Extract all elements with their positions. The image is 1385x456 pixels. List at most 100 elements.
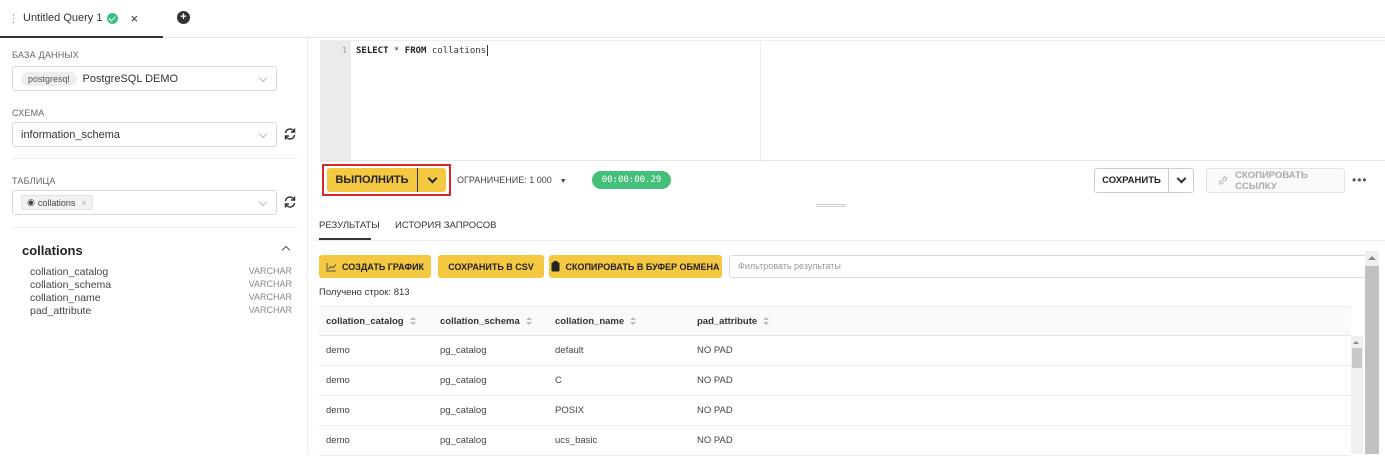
refresh-table-icon[interactable] [283,195,297,209]
table-row[interactable]: demo pg_catalog default NO PAD [319,336,1351,366]
sort-icon[interactable] [409,316,416,326]
sql-editor[interactable]: 1 SELECT * FROM collations [320,40,1385,162]
column-item: collation_name VARCHAR [30,292,292,305]
table-row[interactable]: demo pg_catalog ucs_basic NO PAD [319,426,1351,456]
column-item: collation_schema VARCHAR [30,279,292,292]
refresh-schema-icon[interactable] [283,127,297,141]
column-type: VARCHAR [248,266,292,276]
table-cell: pg_catalog [440,435,487,446]
database-engine-badge: postgresql [21,71,77,86]
sort-icon[interactable] [630,316,637,326]
column-name: pad_attribute [30,305,92,317]
editor-gutter: 1 [320,41,351,162]
table-cell: demo [326,345,350,356]
column-header[interactable]: collation_catalog [326,307,416,336]
add-tab-icon[interactable]: + [177,11,190,24]
query-tab-title: Untitled Query 1 [23,12,103,24]
table-cell: NO PAD [697,345,733,356]
filter-results-input[interactable]: Фильтровать результаты [729,255,1377,278]
tab-query-history[interactable]: ИСТОРИЯ ЗАПРОСОВ [395,220,497,231]
sort-icon[interactable] [763,316,770,326]
scroll-up-icon[interactable] [1368,256,1376,260]
table-cell: pg_catalog [440,345,487,356]
copy-clipboard-label: СКОПИРОВАТЬ В БУФЕР ОБМЕНА [565,261,720,272]
sql-token: * [388,46,405,56]
table-tag-label: collations [37,197,76,208]
column-header[interactable]: pad_attribute [697,307,770,336]
save-csv-label: СОХРАНИТЬ В CSV [448,261,534,272]
table-cell: C [555,375,562,386]
table-cell: demo [326,405,350,416]
chevron-down-icon [258,129,268,139]
column-type: VARCHAR [248,305,292,315]
column-name: collation_name [30,292,101,304]
table-cell: ucs_basic [555,435,598,446]
column-type: VARCHAR [248,292,292,302]
collapse-chevron-icon[interactable] [281,245,291,255]
table-schema-title: collations [22,243,83,258]
copy-clipboard-button[interactable]: СКОПИРОВАТЬ В БУФЕР ОБМЕНА [549,255,722,278]
column-item: pad_attribute VARCHAR [30,305,292,318]
scroll-up-icon[interactable] [1353,341,1359,344]
editor-split-line [760,41,761,162]
schema-select[interactable]: information_schema [12,122,277,147]
run-options-chevron-icon[interactable] [418,168,446,192]
limit-select[interactable]: ОГРАНИЧЕНИЕ: 1 000 ▼ [457,175,567,185]
chevron-down-icon [258,73,268,83]
database-select[interactable]: postgresql PostgreSQL DEMO [12,66,277,91]
query-tab[interactable]: ⋮ Untitled Query 1 × [0,0,163,38]
save-button-group[interactable]: СОХРАНИТЬ [1094,168,1194,193]
table-cell: pg_catalog [440,375,487,386]
copy-link-label: СКОПИРОВАТЬ ССЫЛКУ [1235,169,1308,192]
drag-handle-icon[interactable]: ⋮ [8,12,19,25]
table-select[interactable]: ◉ collations × [12,190,277,215]
sort-icon[interactable] [525,316,532,326]
column-header[interactable]: collation_schema [440,307,532,336]
page-scrollbar-thumb[interactable] [1365,266,1379,454]
success-check-icon [107,12,119,24]
line-number: 1 [342,46,347,55]
table-cell: demo [326,375,350,386]
column-header[interactable]: collation_name [555,307,637,336]
table-cell: pg_catalog [440,405,487,416]
table-scrollbar-thumb[interactable] [1352,348,1362,368]
eye-icon: ◉ [27,197,35,207]
column-name: collation_catalog [30,266,109,278]
sql-code[interactable]: SELECT * FROM collations [356,45,489,56]
table-label: ТАБЛИЦА [12,176,56,186]
text-cursor [487,45,489,56]
table-row[interactable]: demo pg_catalog POSIX NO PAD [319,396,1351,426]
save-options-chevron-icon[interactable] [1169,169,1193,192]
copy-link-button[interactable]: СКОПИРОВАТЬ ССЫЛКУ [1206,168,1345,193]
row-count: Получено строк: 813 [319,287,410,298]
create-chart-button[interactable]: СОЗДАТЬ ГРАФИК [319,255,431,278]
database-name: PostgreSQL DEMO [82,72,179,85]
table-cell: NO PAD [697,375,733,386]
column-name: collation_schema [30,279,112,291]
close-tab-icon[interactable]: × [130,11,138,26]
table-row[interactable]: demo pg_catalog C NO PAD [319,366,1351,396]
column-type: VARCHAR [248,279,292,289]
table-cell: NO PAD [697,405,733,416]
caret-down-icon: ▼ [559,178,567,185]
clipboard-icon [551,261,560,272]
run-button[interactable]: ВЫПОЛНИТЬ [327,168,418,192]
link-icon [1218,176,1228,185]
table-tag[interactable]: ◉ collations × [21,195,93,210]
sidebar-divider [12,158,297,159]
run-button-group[interactable]: ВЫПОЛНИТЬ [327,168,446,192]
remove-tag-icon[interactable]: × [81,198,86,208]
more-options-icon[interactable]: ••• [1352,173,1368,187]
table-cell: POSIX [555,405,585,416]
tab-results[interactable]: РЕЗУЛЬТАТЫ [319,220,380,231]
resize-handle[interactable] [816,204,846,207]
table-cell: default [555,345,584,356]
chevron-down-icon [258,197,268,207]
table-header-row: collation_catalog collation_schema colla… [319,306,1351,336]
schema-label: СХЕМА [12,108,45,118]
create-chart-label: СОЗДАТЬ ГРАФИК [341,261,425,272]
sidebar-divider [12,227,297,228]
query-tab-bar: ⋮ Untitled Query 1 × + [0,0,1385,38]
save-button[interactable]: СОХРАНИТЬ [1095,169,1169,192]
save-csv-button[interactable]: СОХРАНИТЬ В CSV [438,255,544,278]
